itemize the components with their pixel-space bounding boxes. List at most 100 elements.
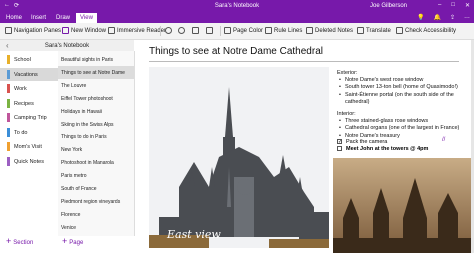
section-item[interactable]: To do (0, 126, 58, 139)
add-page-button[interactable]: + Page (62, 236, 84, 253)
page-item[interactable]: Things to see at Notre Dame (58, 65, 134, 79)
page-item[interactable]: Paris metro (58, 169, 134, 182)
page-label: Skiing in the Swiss Alps (61, 121, 114, 128)
section-label: Camping Trip (14, 115, 47, 121)
notes-block[interactable]: Exterior: Notre Dame's west rose window … (337, 70, 474, 140)
page-label: Holidays in Hawaii (61, 108, 102, 115)
add-page-label: Page (69, 240, 84, 246)
section-color-tab (7, 127, 10, 137)
sections-pane: School Vacations Work Recipes Camping Trip To… (0, 51, 59, 236)
section-color-tab (7, 142, 10, 151)
section-label: School (14, 57, 31, 63)
page-item[interactable]: Photoshoot in Manarola (58, 156, 134, 169)
section-label: Vacations (14, 71, 38, 78)
navigation-panes-label: Navigation Panes (14, 27, 62, 34)
list-item: Notre Dame's west rose window (339, 77, 474, 84)
tab-draw[interactable]: Draw (56, 15, 70, 21)
navigation-panes-button[interactable]: Navigation Panes (5, 27, 61, 34)
deleted-notes-button[interactable]: Deleted Notes (306, 27, 353, 34)
page-item[interactable]: Beautiful sights in Paris (58, 53, 134, 66)
page-label: Things to see at Notre Dame (61, 69, 125, 76)
tab-insert[interactable]: Insert (31, 15, 46, 21)
close-icon[interactable]: ✕ (465, 2, 470, 9)
page-label: The Louvre (61, 82, 87, 89)
trash-icon (306, 27, 313, 34)
page-item[interactable]: Venice (58, 221, 134, 234)
checkbox[interactable]: ✓ (337, 139, 342, 145)
immersive-reader-label: Immersive Reader (117, 27, 167, 34)
page-title[interactable]: Things to see at Notre Dame Cathedral (149, 46, 323, 57)
zoom-in-icon (178, 27, 185, 34)
page-label: Paris metro (61, 173, 87, 180)
ink-mark: // (442, 137, 446, 143)
immersive-reader-button[interactable]: Immersive Reader (108, 27, 166, 34)
page-item[interactable]: Things to do in Paris (58, 130, 134, 143)
new-window-button[interactable]: New Window (62, 27, 106, 34)
page-item[interactable]: South of France (58, 182, 134, 195)
section-color-tab (7, 156, 10, 166)
maximize-icon[interactable]: □ (451, 2, 455, 9)
fit-button[interactable] (192, 27, 199, 34)
translate-button[interactable]: Translate (357, 27, 391, 34)
page-label: Photoshoot in Manarola (61, 160, 114, 167)
cathedral-photo[interactable]: East view (149, 67, 329, 248)
page-item[interactable]: Holidays in Hawaii (58, 105, 134, 118)
minimize-icon[interactable]: – (438, 2, 441, 9)
page-item[interactable]: Florence (58, 208, 134, 221)
list-item: Cathedral organs (one of the largest in … (339, 125, 474, 132)
section-color-tab (7, 55, 10, 64)
page-canvas[interactable]: Things to see at Notre Dame Cathedral Ea… (135, 40, 474, 253)
zoom-out-button[interactable] (165, 27, 172, 34)
page-label: South of France (61, 186, 97, 192)
page-item[interactable]: Eiffel Tower photoshoot (58, 92, 134, 105)
plus-icon: + (6, 236, 12, 246)
section-color-tab (7, 98, 10, 108)
reader-icon (108, 27, 115, 34)
section-item[interactable]: Quick Notes (0, 155, 58, 168)
tab-view[interactable]: View (76, 13, 97, 23)
check-accessibility-button[interactable]: Check Accessibility (396, 27, 456, 34)
section-color-tab (7, 69, 10, 79)
lightbulb-icon[interactable]: 💡 (417, 14, 424, 21)
more-icon[interactable]: … (464, 14, 470, 21)
notebook-name[interactable]: Sara's Notebook (0, 43, 134, 49)
reset-zoom-icon (206, 27, 213, 34)
section-item[interactable]: Camping Trip (0, 111, 58, 124)
tab-home[interactable]: Home (6, 15, 22, 21)
pages-pane: Beautiful sights in Paris Things to see a… (58, 51, 135, 236)
section-color-tab (7, 84, 10, 93)
list-item: Saint-Étienne portal (on the south side … (339, 92, 474, 106)
bell-icon[interactable]: 🔔 (433, 14, 440, 21)
plus-icon: + (62, 236, 68, 246)
zoom-out-icon (165, 27, 172, 34)
section-item[interactable]: Vacations (0, 67, 58, 81)
page-item[interactable]: New York (58, 143, 134, 156)
fit-icon (192, 27, 199, 34)
page-item[interactable]: Piedmont region vineyards (58, 195, 134, 208)
add-section-button[interactable]: + Section (6, 236, 34, 253)
page-item[interactable]: Skiing in the Swiss Alps (58, 118, 134, 131)
share-icon[interactable]: ⇪ (450, 14, 455, 21)
section-item[interactable]: Mom's Visit (0, 140, 58, 153)
page-color-button[interactable]: Page Color (224, 27, 263, 34)
rule-lines-icon (265, 27, 272, 34)
page-color-icon (224, 27, 231, 34)
user-name[interactable]: Joe Gilberson (370, 3, 407, 9)
cathedral-night-photo[interactable] (333, 158, 474, 253)
divider (220, 26, 221, 36)
new-window-label: New Window (71, 27, 107, 34)
section-item[interactable]: School (0, 53, 58, 66)
page-item[interactable]: The Louvre (58, 79, 134, 92)
checkbox[interactable] (337, 146, 342, 151)
page-color-label: Page Color (233, 27, 264, 34)
zoom-in-button[interactable] (178, 27, 185, 34)
translate-label: Translate (366, 27, 391, 34)
reset-zoom-button[interactable] (206, 27, 213, 34)
page-label: Beautiful sights in Paris (61, 57, 113, 63)
section-label: Work (14, 86, 27, 92)
page-label: Piedmont region vineyards (61, 198, 121, 205)
section-item[interactable]: Work (0, 82, 58, 95)
section-item[interactable]: Recipes (0, 97, 58, 110)
rule-lines-button[interactable]: Rule Lines (265, 27, 302, 34)
page-label: New York (61, 147, 83, 154)
